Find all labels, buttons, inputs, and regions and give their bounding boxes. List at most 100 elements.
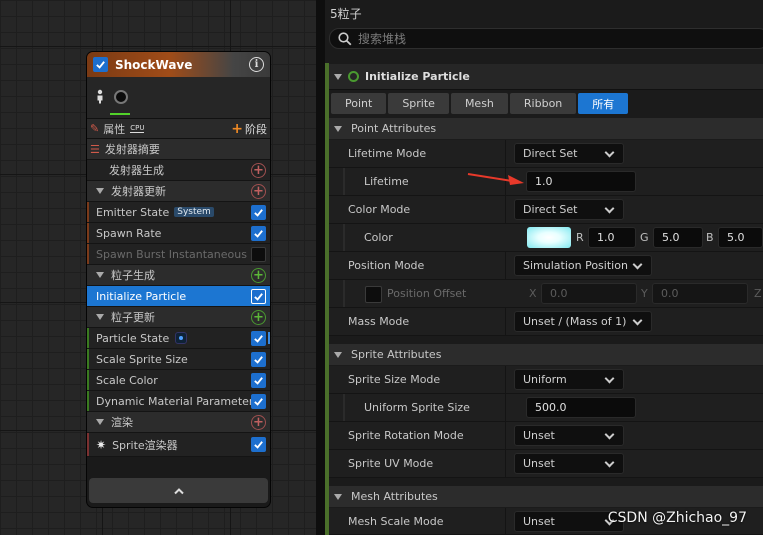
tab-sprite[interactable]: Sprite [388,93,449,114]
sparkle-icon: ✷ [96,437,107,452]
emitter-enabled-checkbox[interactable] [93,57,108,72]
sprite-renderer-row[interactable]: ✷ Sprite渲染器 [87,433,270,457]
sprite-attributes-section[interactable]: Sprite Attributes [329,344,763,365]
module-enabled-checkbox[interactable] [251,352,266,367]
sprite-renderer-thumbnail[interactable] [114,90,128,104]
renderer-enabled-checkbox[interactable] [251,437,266,452]
search-input[interactable]: 搜索堆栈 [329,28,763,49]
collapse-icon[interactable] [334,125,342,132]
mass-mode-row: Mass Mode Unset / (Mass of 1) [329,308,763,336]
module-ring-icon [348,71,359,82]
render-section[interactable]: 渲染 + [87,412,270,433]
module-spawn-burst[interactable]: Spawn Burst Instantaneous [87,244,270,265]
collapse-icon[interactable] [96,314,104,320]
emitter-spawn-row[interactable]: 发射器生成 + [87,160,270,181]
row-label: Sprite渲染器 [112,438,178,452]
module-emitter-state[interactable]: Emitter State System [87,202,270,223]
tab-point[interactable]: Point [331,93,387,114]
info-icon[interactable]: i [249,57,264,72]
color-swatch[interactable] [527,227,571,248]
emitter-node-header[interactable]: ShockWave i [87,52,270,77]
row-label: Scale Sprite Size [96,352,188,366]
collapse-icon[interactable] [96,188,104,194]
module-enabled-checkbox[interactable] [251,394,266,409]
add-module-button[interactable]: + [251,310,266,325]
module-header[interactable]: Initialize Particle [329,64,763,90]
module-initialize-particle[interactable]: Initialize Particle [87,286,270,307]
lifetime-mode-dropdown[interactable]: Direct Set [514,143,624,164]
offset-x-input[interactable]: 0.0 [541,283,637,304]
sprite-size-mode-row: Sprite Size Mode Uniform [329,366,763,394]
add-renderer-button[interactable]: + [251,415,266,430]
module-scale-sprite-size[interactable]: Scale Sprite Size [87,349,270,370]
collapse-node-button[interactable] [89,478,268,503]
mesh-attributes-section[interactable]: Mesh Attributes [329,486,763,507]
add-module-button[interactable]: + [251,268,266,283]
pencil-icon[interactable]: ✎ [90,122,99,135]
emitter-update-section[interactable]: 发射器更新 + [87,181,270,202]
offset-y-input[interactable]: 0.0 [652,283,748,304]
collapse-icon[interactable] [334,351,342,358]
module-particle-state[interactable]: Particle State [87,328,270,349]
section-label: Point Attributes [351,122,437,135]
position-offset-checkbox[interactable] [365,286,382,303]
selected-thumbnail-indicator [110,113,130,115]
chevron-down-icon [604,373,615,384]
row-label: Initialize Particle [96,289,187,303]
module-enabled-checkbox[interactable] [251,373,266,388]
module-spawn-rate[interactable]: Spawn Rate [87,223,270,244]
properties-tab[interactable]: 属性 [103,121,125,137]
red-arrow-annotation [467,173,524,185]
collapse-icon[interactable] [334,73,342,80]
add-module-button[interactable]: + [251,163,266,178]
emitter-summary-row[interactable]: ☰ 发射器摘要 [87,139,270,160]
particle-spawn-section[interactable]: 粒子生成 + [87,265,270,286]
color-r-input[interactable]: 1.0 [588,227,636,248]
color-g-input[interactable]: 5.0 [653,227,703,248]
add-module-button[interactable]: + [251,184,266,199]
panel-splitter[interactable] [316,0,325,535]
emitter-node[interactable]: ShockWave i ✎ 属性 CPU + 阶段 ☰ 发射器摘要 发射器生成 +… [86,51,271,508]
tab-all[interactable]: 所有 [578,93,629,114]
position-mode-dropdown[interactable]: Simulation Position [514,255,652,276]
module-dynamic-material-parameters[interactable]: Dynamic Material Parameters [87,391,270,412]
emitter-name: ShockWave [115,57,193,72]
particle-update-section[interactable]: 粒子更新 + [87,307,270,328]
collapse-icon[interactable] [96,272,104,278]
color-row: Color R 1.0 G 5.0 B 5.0 [329,224,763,252]
row-label: 粒子生成 [111,269,155,282]
sprite-rotation-mode-dropdown[interactable]: Unset [514,425,624,446]
sprite-size-mode-dropdown[interactable]: Uniform [514,369,624,390]
module-enabled-checkbox[interactable] [251,289,266,304]
property-label: Uniform Sprite Size [364,401,470,414]
uniform-sprite-size-input[interactable]: 500.0 [526,397,636,418]
color-mode-dropdown[interactable]: Direct Set [514,199,624,220]
cpu-sim-target[interactable]: CPU [130,124,145,133]
module-enabled-checkbox[interactable] [251,205,266,220]
chevron-down-icon [604,457,615,468]
color-b-input[interactable]: 5.0 [718,227,763,248]
dropdown-value: Uniform [523,373,567,386]
tab-ribbon[interactable]: Ribbon [509,93,577,114]
module-enabled-checkbox[interactable] [251,247,266,262]
property-label: Position Offset [387,287,467,300]
module-enabled-checkbox[interactable] [251,331,266,346]
node-toolbar: ✎ 属性 CPU + 阶段 [87,119,270,139]
system-tag: System [174,207,214,217]
module-title: Initialize Particle [365,70,470,83]
tab-mesh[interactable]: Mesh [450,93,508,114]
node-graph-canvas[interactable]: ShockWave i ✎ 属性 CPU + 阶段 ☰ 发射器摘要 发射器生成 +… [0,0,322,535]
module-scale-color[interactable]: Scale Color [87,370,270,391]
collapse-icon[interactable] [96,419,104,425]
module-enabled-checkbox[interactable] [251,226,266,241]
point-attributes-section[interactable]: Point Attributes [329,118,763,139]
mass-mode-dropdown[interactable]: Unset / (Mass of 1) [514,311,652,332]
collapse-icon[interactable] [334,493,342,500]
person-icon[interactable] [93,89,107,105]
color-mode-row: Color Mode Direct Set [329,196,763,224]
lifetime-input[interactable]: 1.0 [526,171,636,192]
sprite-uv-mode-dropdown[interactable]: Unset [514,453,624,474]
row-label: Scale Color [96,373,158,387]
sprite-rotation-mode-row: Sprite Rotation Mode Unset [329,422,763,450]
add-stage-button[interactable]: + 阶段 [231,121,267,137]
